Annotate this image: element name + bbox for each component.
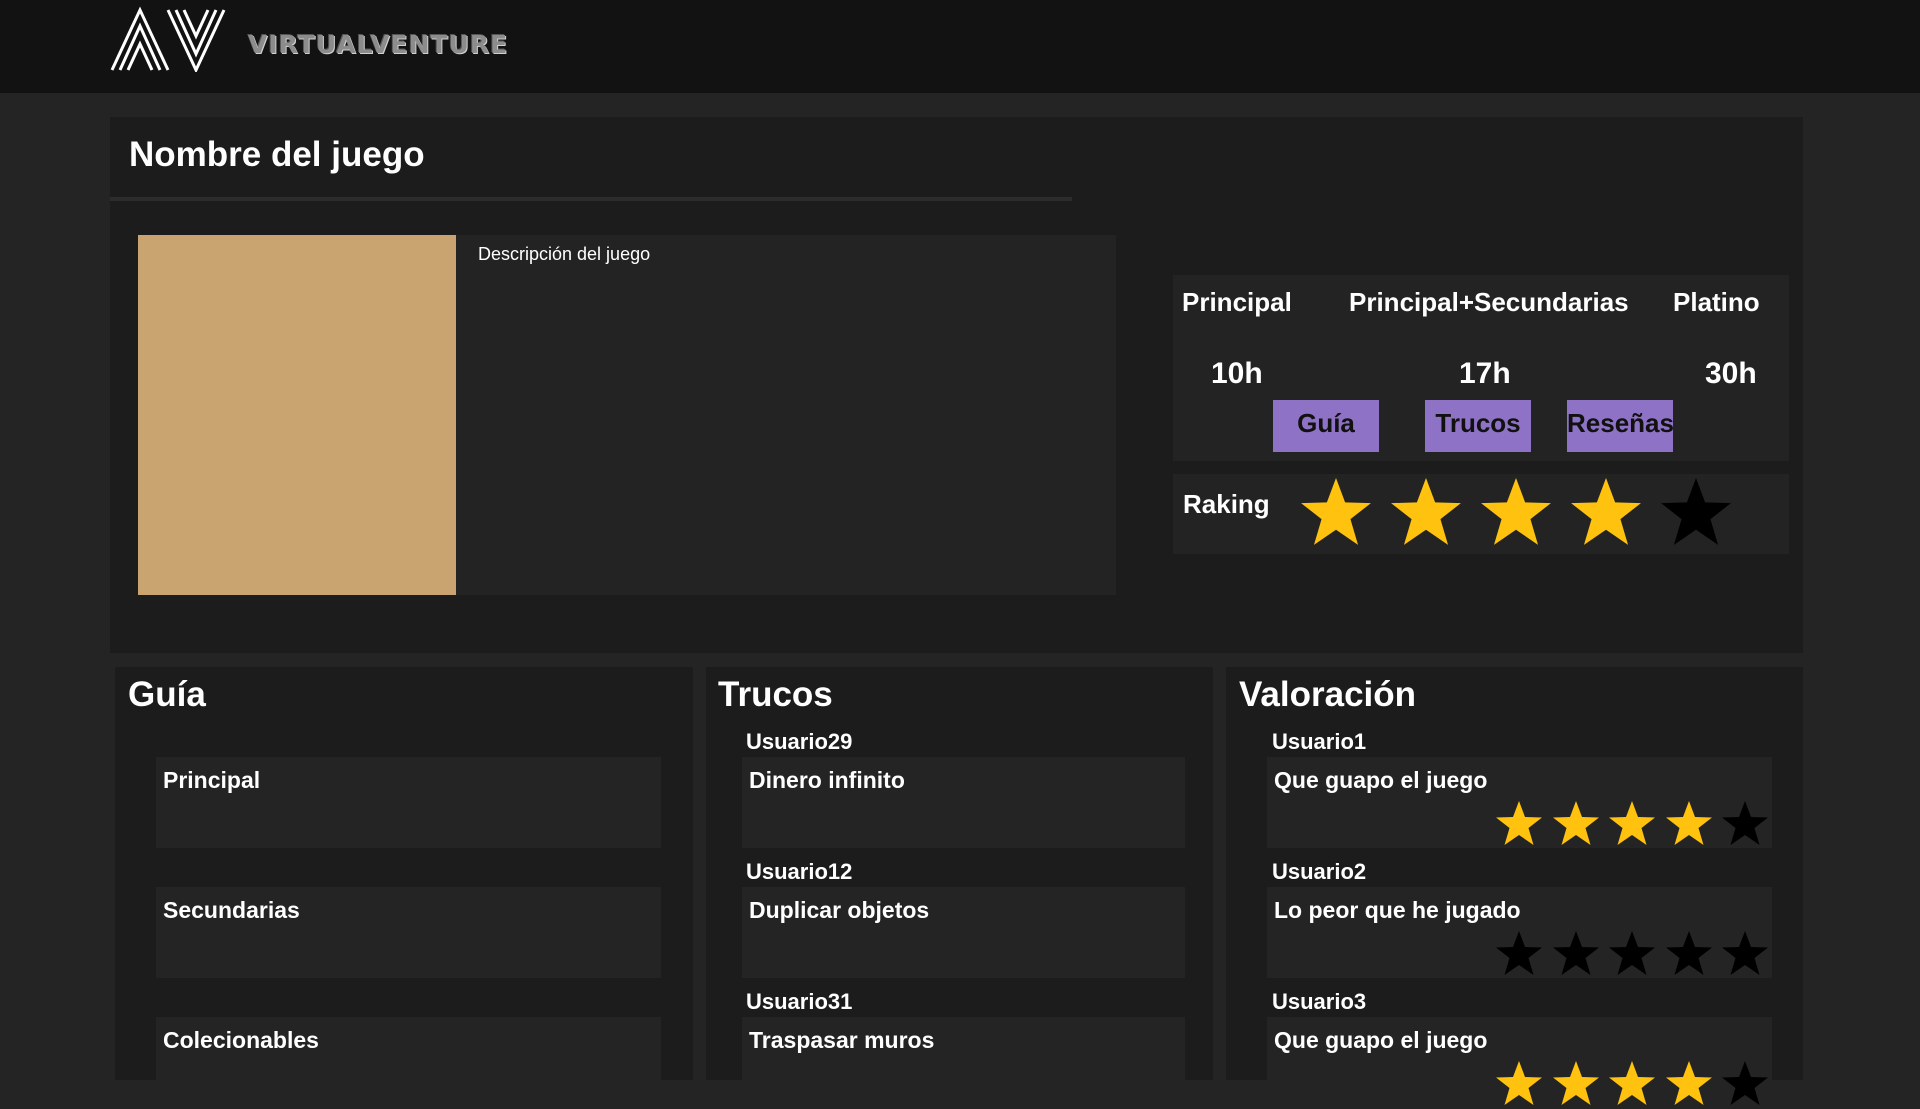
star-empty-icon — [1665, 931, 1712, 975]
brand-name[interactable]: VIRTUALVENTURE — [248, 30, 508, 59]
trick-author: Usuario29 — [746, 729, 853, 754]
guide-item-title: Secundarias — [163, 897, 300, 923]
game-info-panel: Nombre del juego Descripción del juego P… — [110, 117, 1803, 653]
page-title: Nombre del juego — [129, 135, 425, 174]
review-author: Usuario1 — [1272, 729, 1367, 754]
main-time-label: Principal — [1182, 287, 1292, 317]
review-author: Usuario2 — [1272, 859, 1367, 884]
game-description-box — [456, 235, 1116, 595]
star-filled-icon — [1609, 1061, 1655, 1105]
review-item[interactable]: Que guapo el juego — [1267, 757, 1772, 848]
star-empty-icon — [1722, 1061, 1768, 1105]
trick-title: Dinero infinito — [749, 767, 905, 793]
trick-author: Usuario12 — [746, 859, 853, 884]
review-text: Lo peor que he jugado — [1274, 897, 1521, 923]
guide-item[interactable]: Secundarias — [156, 887, 661, 978]
review-author: Usuario3 — [1272, 989, 1367, 1014]
star-filled-icon — [1571, 478, 1641, 545]
trick-title: Duplicar objetos — [749, 897, 930, 923]
tab-tricks-button[interactable]: Trucos — [1425, 400, 1531, 452]
ranking-label: Raking — [1183, 489, 1270, 519]
star-empty-icon — [1609, 931, 1655, 975]
review-text: Que guapo el juego — [1274, 1027, 1488, 1053]
review-text: Que guapo el juego — [1274, 767, 1488, 793]
review-item[interactable]: Que guapo el juego — [1267, 1017, 1772, 1108]
star-filled-icon — [1552, 1061, 1599, 1105]
guide-item-title: Colecionables — [163, 1027, 319, 1053]
platinum-time-label: Platino — [1673, 287, 1760, 317]
star-filled-icon — [1481, 478, 1551, 545]
extra-time-label: Principal+Secundarias — [1349, 287, 1629, 317]
review-item[interactable]: Lo peor que he jugado — [1267, 887, 1772, 978]
star-empty-icon — [1722, 931, 1768, 975]
trick-author: Usuario31 — [746, 989, 853, 1014]
ranking-box: Raking — [1173, 474, 1789, 554]
star-filled-icon — [1552, 801, 1599, 845]
guide-item[interactable]: Principal — [156, 757, 661, 848]
star-empty-icon — [1496, 931, 1542, 975]
av-logo-icon[interactable] — [110, 6, 228, 72]
title-divider — [110, 197, 1072, 201]
main-time-value: 10h — [1211, 357, 1263, 390]
star-filled-icon — [1391, 478, 1461, 545]
tricks-section: Trucos Usuario29 Dinero infinito Usuario… — [706, 667, 1213, 1108]
star-filled-icon — [1609, 801, 1655, 845]
guide-section-title: Guía — [128, 675, 206, 714]
star-empty-icon — [1722, 801, 1768, 845]
extra-time-value: 17h — [1459, 357, 1511, 390]
tab-guide-button[interactable]: Guía — [1273, 400, 1379, 452]
star-filled-icon — [1496, 1061, 1542, 1105]
game-description: Descripción del juego — [478, 244, 651, 264]
star-filled-icon — [1665, 801, 1712, 845]
completion-times-box: Principal Principal+Secundarias Platino … — [1173, 275, 1789, 461]
star-filled-icon — [1665, 1061, 1712, 1105]
reviews-section-title: Valoración — [1239, 675, 1417, 714]
star-filled-icon — [1301, 478, 1371, 545]
trick-title: Traspasar muros — [749, 1027, 935, 1053]
platinum-time-value: 30h — [1705, 357, 1757, 390]
star-filled-icon — [1496, 801, 1542, 845]
star-empty-icon — [1552, 931, 1599, 975]
reviews-section: Valoración Usuario1 Que guapo el juego U… — [1226, 667, 1803, 1108]
trick-item[interactable]: Duplicar objetos — [742, 887, 1185, 978]
game-cover-image — [138, 235, 456, 595]
trick-item[interactable]: Traspasar muros — [742, 1017, 1185, 1108]
guide-section: Guía Principal Secundarias Colecionables — [115, 667, 693, 1108]
trick-item[interactable]: Dinero infinito — [742, 757, 1185, 848]
guide-item[interactable]: Colecionables — [156, 1017, 661, 1108]
top-bar: VIRTUALVENTURE — [0, 0, 1920, 93]
tricks-section-title: Trucos — [718, 675, 833, 714]
tab-reviews-button[interactable]: Reseñas — [1567, 400, 1674, 452]
guide-item-title: Principal — [163, 767, 261, 793]
star-empty-icon — [1661, 478, 1731, 545]
